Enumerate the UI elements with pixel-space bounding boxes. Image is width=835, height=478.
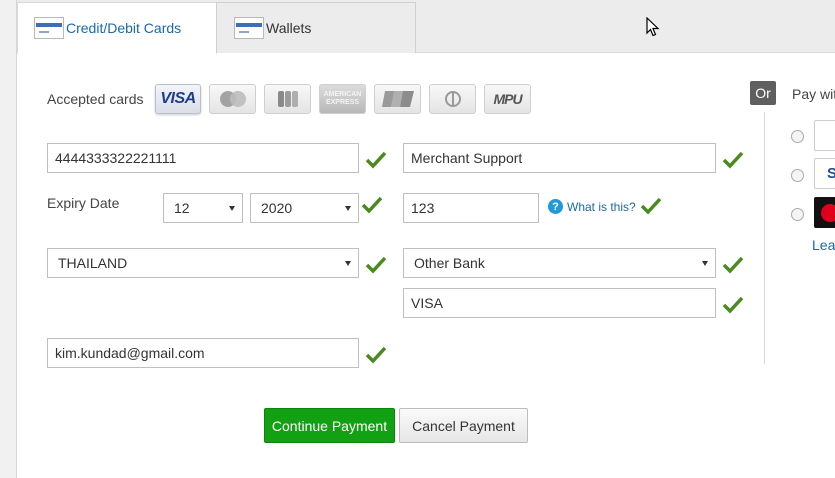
accepted-cards-label: Accepted cards: [47, 91, 144, 107]
cvv-help-link[interactable]: ? What is this?: [548, 199, 636, 214]
cvv-help-label: What is this?: [567, 199, 636, 214]
valid-check-icon: [362, 196, 382, 214]
vertical-divider: [764, 112, 765, 364]
credit-card-icon: [34, 17, 64, 39]
visa-logo: VISA: [155, 84, 201, 114]
valid-check-icon: [723, 256, 743, 274]
valid-check-icon: [641, 197, 661, 215]
valid-check-icon: [366, 151, 386, 169]
tab-credit-debit-cards[interactable]: Credit/Debit Cards: [17, 2, 217, 54]
wallet-option-radio[interactable]: [791, 208, 804, 221]
valid-check-icon: [723, 151, 743, 169]
wallet-option-radio[interactable]: [791, 130, 804, 143]
cvv-field[interactable]: 123: [403, 193, 539, 223]
tab-credit-debit-cards-label: Credit/Debit Cards: [66, 20, 182, 36]
cancel-payment-button[interactable]: Cancel Payment: [399, 408, 528, 443]
amex-logo: AMERICAN EXPRESS: [319, 84, 366, 114]
tab-wallets[interactable]: Wallets: [216, 2, 416, 53]
diners-club-logo: [429, 84, 476, 114]
wallet-option-logo[interactable]: [814, 120, 835, 151]
wallet-card-icon: [234, 17, 264, 39]
valid-check-icon: [723, 296, 743, 314]
unionpay-logo: [374, 84, 421, 114]
expiry-month-select[interactable]: 12: [163, 193, 243, 223]
wallet-option-logo[interactable]: [814, 197, 835, 228]
valid-check-icon: [366, 256, 386, 274]
learn-more-link[interactable]: Lea: [812, 237, 835, 253]
bank-name-field[interactable]: VISA: [403, 288, 716, 318]
card-number-field[interactable]: 4444333322221111: [47, 143, 359, 173]
wallet-option-logo[interactable]: S: [814, 158, 835, 189]
pay-with-label: Pay wit: [792, 86, 835, 102]
expiry-year-select[interactable]: 2020: [250, 193, 359, 223]
tab-wallets-label: Wallets: [266, 20, 312, 36]
valid-check-icon: [366, 346, 386, 364]
email-field[interactable]: kim.kundad@gmail.com: [47, 338, 359, 368]
continue-payment-button[interactable]: Continue Payment: [264, 408, 395, 443]
left-page-margin: [0, 0, 17, 478]
mastercard-logo: [209, 84, 256, 114]
jcb-logo: [264, 84, 311, 114]
mpu-logo: MPU: [484, 84, 531, 114]
card-holder-name-field[interactable]: Merchant Support: [403, 143, 716, 173]
expiry-date-label: Expiry Date: [47, 195, 120, 211]
country-select[interactable]: THAILAND: [47, 248, 359, 278]
accepted-card-brands: VISA AMERICAN EXPRESS MPU: [155, 84, 531, 114]
mouse-pointer-icon: [646, 17, 660, 37]
wallet-option-radio[interactable]: [791, 169, 804, 182]
or-divider-badge: Or: [750, 81, 776, 105]
issuing-bank-select[interactable]: Other Bank: [403, 248, 716, 278]
question-mark-icon: ?: [548, 199, 563, 214]
